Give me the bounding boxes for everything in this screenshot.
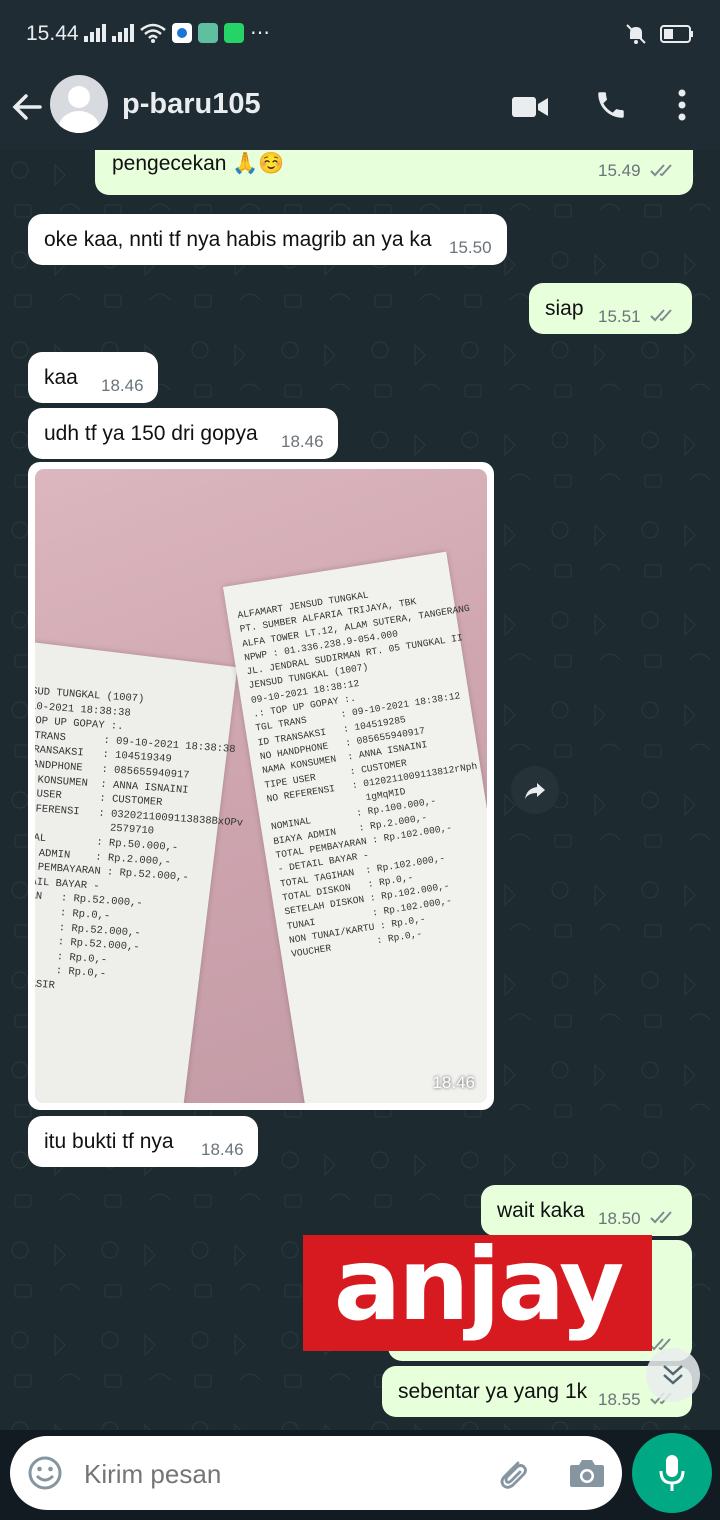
app-notification-icon [224, 22, 244, 43]
message-bubble-outgoing[interactable]: pengecekan 🙏☺️ 15.49 [95, 150, 693, 195]
double-chevron-down-icon [663, 1365, 683, 1385]
chat-area[interactable]: pengecekan 🙏☺️ 15.49 oke kaa, nnti tf ny… [0, 150, 720, 1430]
message-bubble-incoming[interactable]: oke kaa, nnti tf nya habis magrib an ya … [28, 214, 507, 265]
avatar[interactable] [50, 75, 108, 133]
voice-call-icon[interactable] [594, 88, 628, 122]
status-left-icons: ⋯ [84, 20, 270, 45]
message-bubble-outgoing[interactable]: siap 15.51 [529, 283, 692, 334]
image-message-bubble[interactable]: JENSUD TUNGKAL (1007) 09-10-2021 18:38:38… [28, 462, 494, 1110]
wifi-icon [140, 23, 166, 43]
receipt-paper-right: ALFAMART JENSUD TUNGKAL PT. SUMBER ALFARI… [223, 551, 487, 1103]
message-input[interactable] [82, 1454, 466, 1494]
camera-icon[interactable] [568, 1456, 606, 1490]
message-text: oke kaa, nnti tf nya habis magrib an ya … [44, 228, 432, 251]
emoji-icon[interactable] [27, 1455, 63, 1491]
app-notification-icon [172, 22, 192, 43]
message-time: 18.46 [201, 1140, 244, 1159]
forward-icon [525, 783, 545, 799]
forward-button[interactable] [511, 766, 559, 814]
read-receipt-icon [650, 164, 672, 177]
message-time: 18.46 [101, 376, 144, 395]
microphone-icon [659, 1455, 685, 1491]
more-options-icon[interactable] [676, 88, 688, 122]
contact-name[interactable]: p-baru105 [122, 88, 261, 121]
more-notifications-icon: ⋯ [250, 22, 270, 44]
video-call-icon[interactable] [511, 94, 549, 120]
message-bubble-incoming[interactable]: udh tf ya 150 dri gopya 18.46 [28, 408, 338, 459]
receipt-photo[interactable]: JENSUD TUNGKAL (1007) 09-10-2021 18:38:38… [35, 469, 487, 1103]
image-time: 18.46 [432, 1073, 475, 1092]
battery-icon [660, 25, 693, 43]
message-time: 15.49 [598, 161, 641, 180]
message-bubble-incoming[interactable]: kaa 18.46 [28, 352, 158, 403]
scroll-to-bottom-button[interactable] [646, 1348, 700, 1402]
back-arrow-icon[interactable] [10, 90, 44, 124]
read-receipt-icon [650, 1211, 672, 1224]
message-time: 15.51 [598, 307, 641, 326]
voice-message-button[interactable] [632, 1433, 712, 1513]
message-text: wait kaka [497, 1199, 585, 1222]
message-time: 18.46 [281, 432, 324, 451]
silent-mode-icon [626, 24, 646, 44]
message-time: 15.50 [449, 238, 492, 257]
sticker-text: anjay [333, 1226, 625, 1343]
receipt-paper-left: JENSUD TUNGKAL (1007) 09-10-2021 18:38:38… [35, 639, 243, 1103]
message-bubble-incoming[interactable]: itu bukti tf nya 18.46 [28, 1116, 258, 1167]
message-time: 18.55 [598, 1390, 641, 1409]
anjay-sticker: anjay [303, 1227, 652, 1351]
status-right-icons [624, 22, 694, 46]
message-text: itu bukti tf nya [44, 1130, 174, 1153]
signal-icon [84, 23, 106, 42]
receipt-left-text: JENSUD TUNGKAL (1007) 09-10-2021 18:38:38… [35, 644, 243, 1004]
app-notification-icon [198, 22, 218, 43]
chat-header: p-baru105 [0, 70, 720, 150]
attach-icon[interactable] [494, 1455, 530, 1491]
message-text: sebentar ya yang 1k [398, 1380, 588, 1403]
status-time: 15.44 [26, 22, 79, 45]
signal-icon [112, 23, 134, 42]
status-bar: 15.44 ⋯ [0, 0, 720, 70]
message-composer[interactable] [10, 1436, 622, 1510]
message-text: pengecekan 🙏☺️ [112, 152, 285, 175]
receipt-right-text: ALFAMART JENSUD TUNGKAL PT. SUMBER ALFARI… [223, 552, 487, 964]
message-text: kaa [44, 366, 78, 389]
message-text: udh tf ya 150 dri gopya [44, 422, 258, 445]
read-receipt-icon [650, 309, 672, 322]
message-text: siap [545, 297, 584, 320]
default-avatar-icon [59, 86, 99, 133]
